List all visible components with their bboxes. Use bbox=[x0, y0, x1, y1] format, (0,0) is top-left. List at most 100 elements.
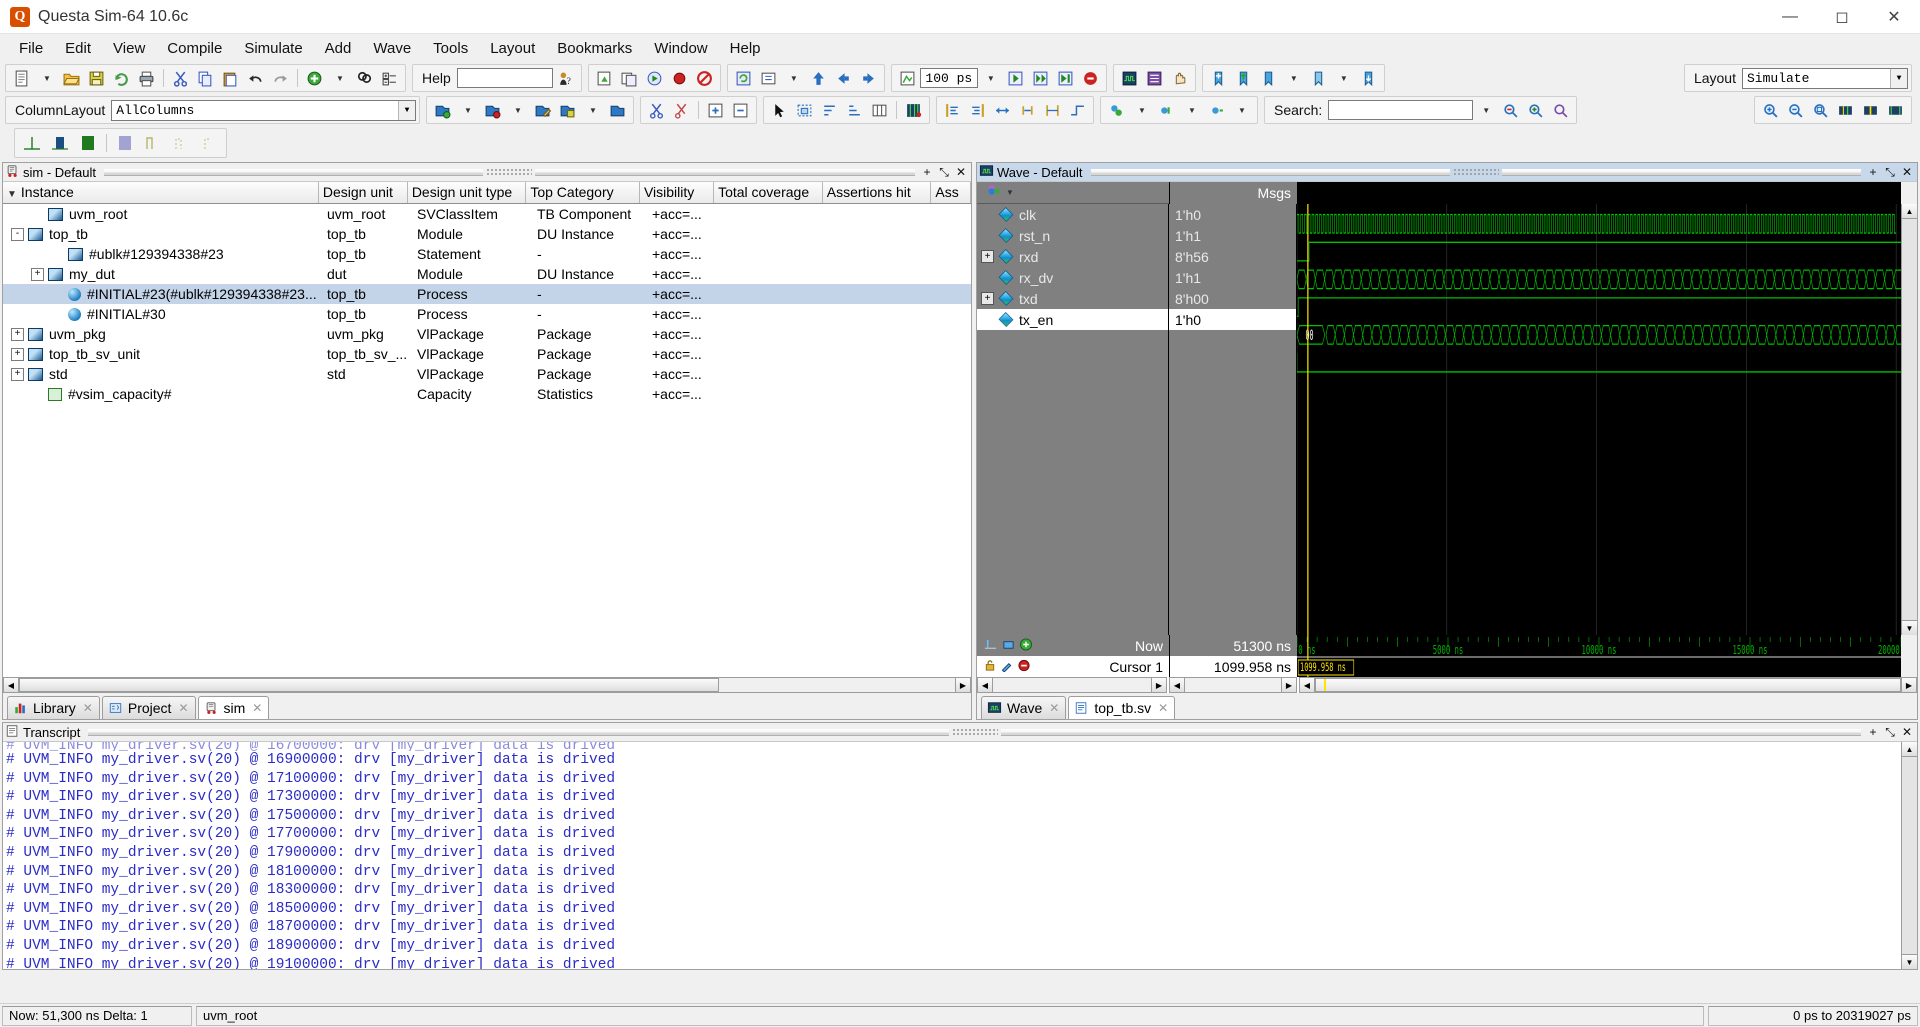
find-prev-icon[interactable] bbox=[1499, 99, 1522, 122]
table-row[interactable]: #INITIAL#23(#ublk#129394338#23... top_tb P… bbox=[3, 284, 971, 304]
menu-bookmarks[interactable]: Bookmarks bbox=[546, 37, 643, 60]
zoom-last-icon[interactable] bbox=[1884, 99, 1907, 122]
close-icon[interactable]: ✕ bbox=[178, 701, 188, 715]
find-next-icon[interactable] bbox=[1524, 99, 1547, 122]
run-icon[interactable] bbox=[1004, 67, 1027, 90]
instance-cell[interactable]: #INITIAL#30 bbox=[3, 306, 323, 322]
bookmark-add-icon[interactable] bbox=[1207, 67, 1230, 90]
menu-view[interactable]: View bbox=[102, 37, 156, 60]
cursor-new-icon[interactable] bbox=[1019, 637, 1033, 654]
menu-window[interactable]: Window bbox=[643, 37, 718, 60]
columns-icon[interactable] bbox=[868, 99, 891, 122]
table-row[interactable]: + uvm_pkg uvm_pkg VlPackage Package +acc=... bbox=[3, 324, 971, 344]
menu-wave[interactable]: Wave bbox=[362, 37, 422, 60]
reload-icon[interactable] bbox=[110, 67, 133, 90]
wave-edit-icon[interactable] bbox=[531, 99, 554, 122]
scroll-right-icon[interactable]: ▶ bbox=[1281, 678, 1296, 692]
instance-cell[interactable]: uvm_root bbox=[3, 206, 323, 222]
wave-timeline[interactable]: 0 ns 5000 ns 10000 ns 15000 ns 20000 1099.958… bbox=[1297, 635, 1901, 677]
run-continue-icon[interactable] bbox=[1029, 67, 1052, 90]
wave-add-icon[interactable] bbox=[606, 99, 629, 122]
zoom-fit-icon[interactable] bbox=[1809, 99, 1832, 122]
align-right-icon[interactable] bbox=[966, 99, 989, 122]
bookmark-up-icon[interactable] bbox=[1232, 67, 1255, 90]
compile-icon[interactable] bbox=[593, 67, 616, 90]
wave-pane-undock-button[interactable]: ⤡ bbox=[1882, 165, 1898, 180]
wave-canvas-hscrollbar[interactable]: ◀ ▶ bbox=[1299, 677, 1917, 693]
column-header-ass[interactable]: Ass bbox=[931, 182, 971, 203]
transcript-dock-button[interactable]: + bbox=[1865, 725, 1881, 740]
wave-step-icon[interactable] bbox=[168, 130, 194, 156]
scroll-left-icon[interactable]: ◀ bbox=[1170, 678, 1185, 692]
cut-icon[interactable] bbox=[169, 67, 192, 90]
wave-pane-dock-button[interactable]: + bbox=[1865, 165, 1881, 180]
column-header-total-coverage[interactable]: Total coverage bbox=[714, 182, 823, 203]
cursor-lock-icon[interactable] bbox=[1001, 638, 1016, 654]
run-time-spinner-icon[interactable]: ▼ bbox=[979, 67, 1002, 90]
menu-help[interactable]: Help bbox=[719, 37, 772, 60]
menu-layout[interactable]: Layout bbox=[479, 37, 546, 60]
breakpoint-icon[interactable] bbox=[668, 67, 691, 90]
zoom-range-icon[interactable] bbox=[1834, 99, 1857, 122]
radix2-dropdown-icon[interactable]: ▼ bbox=[1180, 99, 1203, 122]
wave-signal-row[interactable]: + rxd bbox=[977, 246, 1168, 267]
wave-analog-icon[interactable] bbox=[112, 130, 138, 156]
wave-signal-row[interactable]: tx_en bbox=[977, 309, 1168, 330]
wave-signal-row[interactable]: clk bbox=[977, 204, 1168, 225]
wave-filled-icon[interactable] bbox=[47, 130, 73, 156]
wave-baseline-icon[interactable] bbox=[19, 130, 45, 156]
table-row[interactable]: #vsim_capacity# Capacity Statistics +acc=..… bbox=[3, 384, 971, 404]
grid-icon[interactable] bbox=[902, 99, 925, 122]
maximize-button[interactable]: ◻ bbox=[1816, 0, 1868, 34]
menu-simulate[interactable]: Simulate bbox=[233, 37, 313, 60]
sort-desc-icon[interactable] bbox=[843, 99, 866, 122]
chevron-down-icon[interactable]: ▼ bbox=[1890, 68, 1907, 88]
menu-edit[interactable]: Edit bbox=[54, 37, 102, 60]
redo-icon[interactable] bbox=[269, 67, 292, 90]
run-time-input[interactable] bbox=[919, 68, 978, 88]
table-row[interactable]: #ublk#129394338#23 top_tb Statement - +acc=.… bbox=[3, 244, 971, 264]
column-header-visibility[interactable]: Visibility bbox=[639, 182, 715, 203]
transcript-text[interactable]: # UVM_INFO my_driver.sv(20) @ 16700000: … bbox=[3, 742, 1901, 969]
sim-pane-undock-button[interactable]: ⤡ bbox=[936, 165, 952, 180]
undo-icon[interactable] bbox=[244, 67, 267, 90]
tab-library[interactable]: Library ✕ bbox=[7, 696, 100, 719]
minimize-button[interactable]: — bbox=[1764, 0, 1816, 34]
list-window-icon[interactable] bbox=[1143, 67, 1166, 90]
zoom-in-icon[interactable] bbox=[1759, 99, 1782, 122]
column-header-design-unit-type[interactable]: Design unit type bbox=[407, 182, 527, 203]
copy-icon[interactable] bbox=[194, 67, 217, 90]
scroll-down-icon[interactable]: ▼ bbox=[1902, 620, 1917, 635]
radix3-icon[interactable] bbox=[1205, 99, 1228, 122]
table-row[interactable]: + top_tb_sv_unit top_tb_sv_... VlPackage Pac… bbox=[3, 344, 971, 364]
scroll-right-icon[interactable]: ▶ bbox=[1901, 678, 1916, 692]
wave-pane-grip[interactable] bbox=[1452, 167, 1499, 177]
instance-cell[interactable]: + my_dut bbox=[3, 266, 323, 282]
table-row[interactable]: uvm_root uvm_root SVClassItem TB Component +… bbox=[3, 204, 971, 224]
cut-wave-icon[interactable] bbox=[645, 99, 668, 122]
break-icon[interactable] bbox=[1079, 67, 1102, 90]
instance-cell[interactable]: + uvm_pkg bbox=[3, 326, 323, 342]
add-wave-icon[interactable] bbox=[303, 67, 326, 90]
wave-signal-values[interactable]: 1'h0 1'h1 8'h56 1'h1 8'h00 1'h0 bbox=[1169, 204, 1297, 635]
wave-vscroll-track[interactable] bbox=[1902, 219, 1917, 620]
wave-group-icon[interactable] bbox=[431, 99, 454, 122]
close-button[interactable]: ✕ bbox=[1868, 0, 1920, 34]
scroll-left-icon[interactable]: ◀ bbox=[978, 678, 993, 692]
table-row[interactable]: + std std VlPackage Package +acc=... bbox=[3, 364, 971, 384]
wave-solid-icon[interactable] bbox=[75, 130, 101, 156]
scroll-up-icon[interactable]: ▲ bbox=[1902, 742, 1917, 757]
new-file-dropdown-icon[interactable]: ▼ bbox=[35, 67, 58, 90]
layout-select[interactable]: Simulate ▼ bbox=[1742, 67, 1908, 89]
sim-pane-grip[interactable] bbox=[486, 167, 533, 177]
compile-all-icon[interactable] bbox=[618, 67, 641, 90]
instance-cell[interactable]: #vsim_capacity# bbox=[3, 386, 323, 402]
help-search-icon[interactable]: ? bbox=[554, 67, 577, 90]
column-header-design-unit[interactable]: Design unit bbox=[318, 182, 408, 203]
simulate-icon[interactable] bbox=[643, 67, 666, 90]
scroll-right-icon[interactable]: ▶ bbox=[955, 678, 970, 692]
tab-project[interactable]: Project ✕ bbox=[101, 696, 196, 719]
column-header-instance[interactable]: ▼ Instance bbox=[3, 182, 319, 203]
expand-toggle-icon[interactable]: + bbox=[31, 267, 44, 281]
wave-signal-row[interactable]: + txd bbox=[977, 288, 1168, 309]
